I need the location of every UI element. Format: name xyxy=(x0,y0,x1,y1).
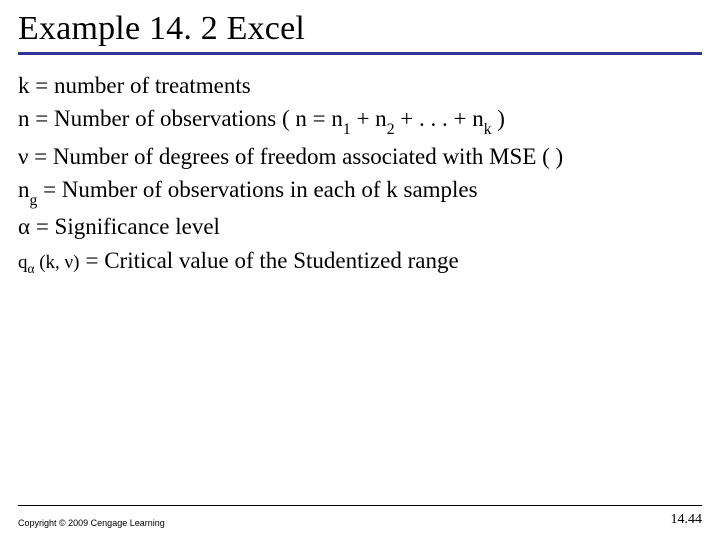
n-dots: + . . . + n xyxy=(395,106,484,131)
q-letter: q xyxy=(18,252,28,273)
slide-body: k = number of treatments n = Number of o… xyxy=(18,69,702,278)
copyright-text: Copyright © 2009 Cengage Learning xyxy=(18,518,165,528)
definition-n: n = Number of observations ( n = n1 + n2… xyxy=(18,102,702,139)
definition-k: k = number of treatments xyxy=(18,69,702,102)
q-args: (k, ν) xyxy=(34,252,79,273)
page-number: 14.44 xyxy=(671,512,703,528)
slide-title: Example 14. 2 Excel xyxy=(18,10,702,55)
alpha-text: = Significance level xyxy=(30,214,220,239)
n-text: n = Number of observations ( n = n xyxy=(18,106,343,131)
q-alpha-symbol: qα (k, ν) xyxy=(18,249,79,278)
nu-text: = Number of degrees of freedom associate… xyxy=(28,144,563,169)
definition-nu: ν = Number of degrees of freedom associa… xyxy=(18,140,702,173)
critical-text: = Critical value of the Studentized rang… xyxy=(85,244,458,277)
subscript-k: k xyxy=(484,121,492,138)
definition-alpha: α = Significance level xyxy=(18,210,702,243)
footer-rule xyxy=(18,505,702,506)
slide: Example 14. 2 Excel k = number of treatm… xyxy=(0,0,720,540)
alpha-symbol: α xyxy=(18,214,30,239)
ng-g: g xyxy=(30,192,38,209)
subscript-1: 1 xyxy=(343,121,351,138)
n-plus-1: + n xyxy=(351,106,387,131)
subscript-2: 2 xyxy=(387,121,395,138)
n-close: ) xyxy=(492,106,505,131)
definition-critical: qα (k, ν) = Critical value of the Studen… xyxy=(18,244,702,278)
ng-n: n xyxy=(18,177,30,202)
ng-text: = Number of observations in each of k sa… xyxy=(37,177,477,202)
nu-symbol: ν xyxy=(18,144,28,169)
definition-ng: ng = Number of observations in each of k… xyxy=(18,173,702,210)
